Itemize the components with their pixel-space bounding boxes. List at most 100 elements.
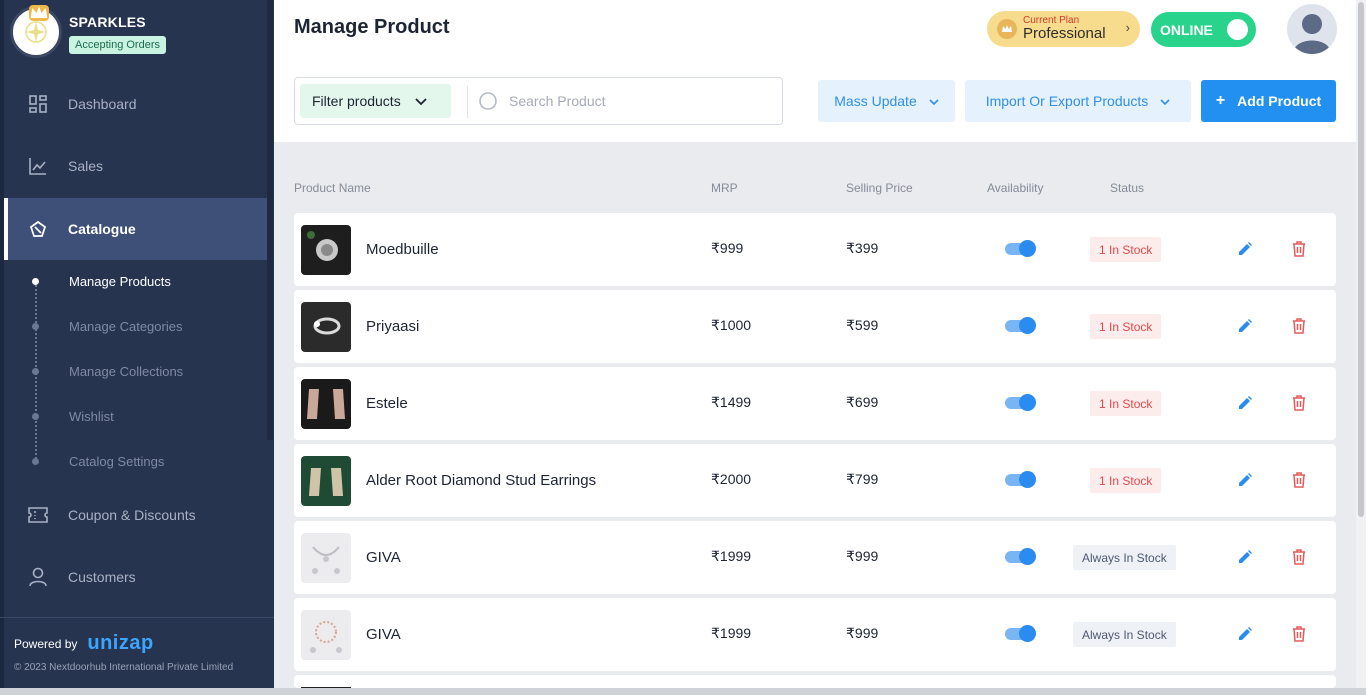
sidebar-item-dashboard[interactable]: Dashboard xyxy=(4,73,268,135)
add-product-label: Add Product xyxy=(1237,93,1322,109)
store-header: SPARKLES Accepting Orders xyxy=(10,5,166,58)
horizontal-scrollbar[interactable] xyxy=(0,688,1366,695)
add-product-button[interactable]: + Add Product xyxy=(1201,80,1336,122)
chart-line-icon xyxy=(28,156,48,176)
sidebar-item-label: Sales xyxy=(68,158,104,174)
product-mrp: ₹1000 xyxy=(711,317,752,333)
toggle-knob xyxy=(1019,471,1036,488)
sub-nav-catalog-settings[interactable]: Catalog Settings xyxy=(69,454,164,469)
edit-icon[interactable] xyxy=(1237,395,1253,411)
online-label: ONLINE xyxy=(1160,21,1213,38)
column-header-name: Product Name xyxy=(294,181,371,195)
status-badge: 1 In Stock xyxy=(1090,391,1162,416)
availability-toggle[interactable] xyxy=(1005,394,1036,411)
sub-nav-dot xyxy=(32,278,39,285)
product-name: Alder Root Diamond Stud Earrings xyxy=(366,472,597,489)
sidebar-item-coupons[interactable]: Coupon & Discounts xyxy=(4,484,268,546)
mass-update-button[interactable]: Mass Update xyxy=(818,80,955,122)
edit-icon[interactable] xyxy=(1237,626,1253,642)
product-mrp: ₹1499 xyxy=(711,394,752,410)
trash-icon[interactable] xyxy=(1291,626,1307,642)
user-icon xyxy=(28,567,48,587)
edit-icon[interactable] xyxy=(1237,472,1253,488)
product-selling-price: ₹799 xyxy=(846,471,879,487)
status-badge: Accepting Orders xyxy=(69,36,166,54)
trash-icon[interactable] xyxy=(1291,549,1307,565)
store-logo[interactable] xyxy=(10,5,62,58)
sidebar-scrollbar[interactable] xyxy=(267,0,273,440)
availability-toggle[interactable] xyxy=(1005,548,1036,565)
trash-icon[interactable] xyxy=(1291,318,1307,334)
sidebar-item-label: Catalogue xyxy=(68,221,136,237)
import-export-button[interactable]: Import Or Export Products xyxy=(965,80,1191,122)
product-mrp: ₹999 xyxy=(711,240,744,256)
trash-icon[interactable] xyxy=(1291,241,1307,257)
current-plan-button[interactable]: Current Plan Professional › xyxy=(987,11,1140,47)
avatar[interactable] xyxy=(1287,4,1337,54)
product-name: Priyaasi xyxy=(366,318,420,335)
product-thumbnail xyxy=(301,533,351,583)
edit-icon[interactable] xyxy=(1237,549,1253,565)
table-row[interactable] xyxy=(294,675,1336,688)
table-row[interactable]: Moedbuille ₹999 ₹399 1 In Stock xyxy=(294,213,1336,286)
edit-icon[interactable] xyxy=(1237,241,1253,257)
sub-nav-manage-collections[interactable]: Manage Collections xyxy=(69,364,183,379)
coupon-icon xyxy=(28,505,48,525)
sidebar-item-customers[interactable]: Customers xyxy=(4,546,268,608)
product-mrp: ₹2000 xyxy=(711,471,752,487)
product-name: GIVA xyxy=(366,626,401,643)
import-export-label: Import Or Export Products xyxy=(985,93,1149,109)
product-thumbnail xyxy=(301,610,351,660)
copyright-text: © 2023 Nextdoorhub International Private… xyxy=(14,662,234,673)
toggle-knob xyxy=(1019,317,1036,334)
product-name: Moedbuille xyxy=(366,241,439,258)
availability-toggle[interactable] xyxy=(1005,471,1036,488)
chevron-down-icon xyxy=(929,93,939,109)
filter-products-dropdown[interactable]: Filter products xyxy=(300,84,451,118)
unizap-logo: unizap xyxy=(87,632,154,654)
availability-toggle[interactable] xyxy=(1005,240,1036,257)
mass-update-label: Mass Update xyxy=(834,93,917,109)
sub-nav-wishlist[interactable]: Wishlist xyxy=(69,409,114,424)
product-name: Estele xyxy=(366,395,408,412)
sub-nav-dot xyxy=(32,413,39,420)
divider xyxy=(467,86,468,118)
powered-by-label: Powered by xyxy=(14,636,78,651)
product-thumbnail xyxy=(301,225,351,275)
sub-nav-dot xyxy=(32,458,39,465)
online-toggle[interactable]: ONLINE xyxy=(1151,12,1256,47)
table-row[interactable]: Alder Root Diamond Stud Earrings ₹2000 ₹… xyxy=(294,444,1336,517)
table-row[interactable]: Estele ₹1499 ₹699 1 In Stock xyxy=(294,367,1336,440)
product-thumbnail xyxy=(301,456,351,506)
edit-icon[interactable] xyxy=(1237,318,1253,334)
sub-nav-manage-products[interactable]: Manage Products xyxy=(69,274,171,289)
sub-nav-dot xyxy=(32,368,39,375)
search-input[interactable] xyxy=(509,88,769,114)
product-selling-price: ₹699 xyxy=(846,394,879,410)
filter-label: Filter products xyxy=(312,93,401,109)
table-row[interactable]: Priyaasi ₹1000 ₹599 1 In Stock xyxy=(294,290,1336,363)
chevron-down-icon xyxy=(1160,93,1170,109)
table-row[interactable]: GIVA ₹1999 ₹999 Always In Stock xyxy=(294,521,1336,594)
product-mrp: ₹1999 xyxy=(711,625,752,641)
availability-toggle[interactable] xyxy=(1005,317,1036,334)
sidebar-item-catalogue[interactable]: Catalogue xyxy=(4,198,268,260)
column-header-status: Status xyxy=(1110,181,1145,195)
product-name: GIVA xyxy=(366,549,401,566)
sidebar-item-label: Coupon & Discounts xyxy=(68,507,196,523)
product-selling-price: ₹399 xyxy=(846,240,879,256)
table-row[interactable]: GIVA ₹1999 ₹999 Always In Stock xyxy=(294,598,1336,671)
availability-toggle[interactable] xyxy=(1005,625,1036,642)
filter-search-bar: Filter products xyxy=(294,77,783,125)
product-selling-price: ₹599 xyxy=(846,317,879,333)
sidebar-item-sales[interactable]: Sales xyxy=(4,135,268,197)
status-badge: 1 In Stock xyxy=(1090,314,1162,339)
trash-icon[interactable] xyxy=(1291,395,1307,411)
crown-icon xyxy=(29,5,49,21)
product-selling-price: ₹999 xyxy=(846,625,879,641)
search-icon xyxy=(479,92,497,110)
sub-nav-manage-categories[interactable]: Manage Categories xyxy=(69,319,182,334)
column-header-selling-price: Selling Price xyxy=(846,181,913,195)
page-scrollbar[interactable] xyxy=(1358,2,1364,517)
trash-icon[interactable] xyxy=(1291,472,1307,488)
